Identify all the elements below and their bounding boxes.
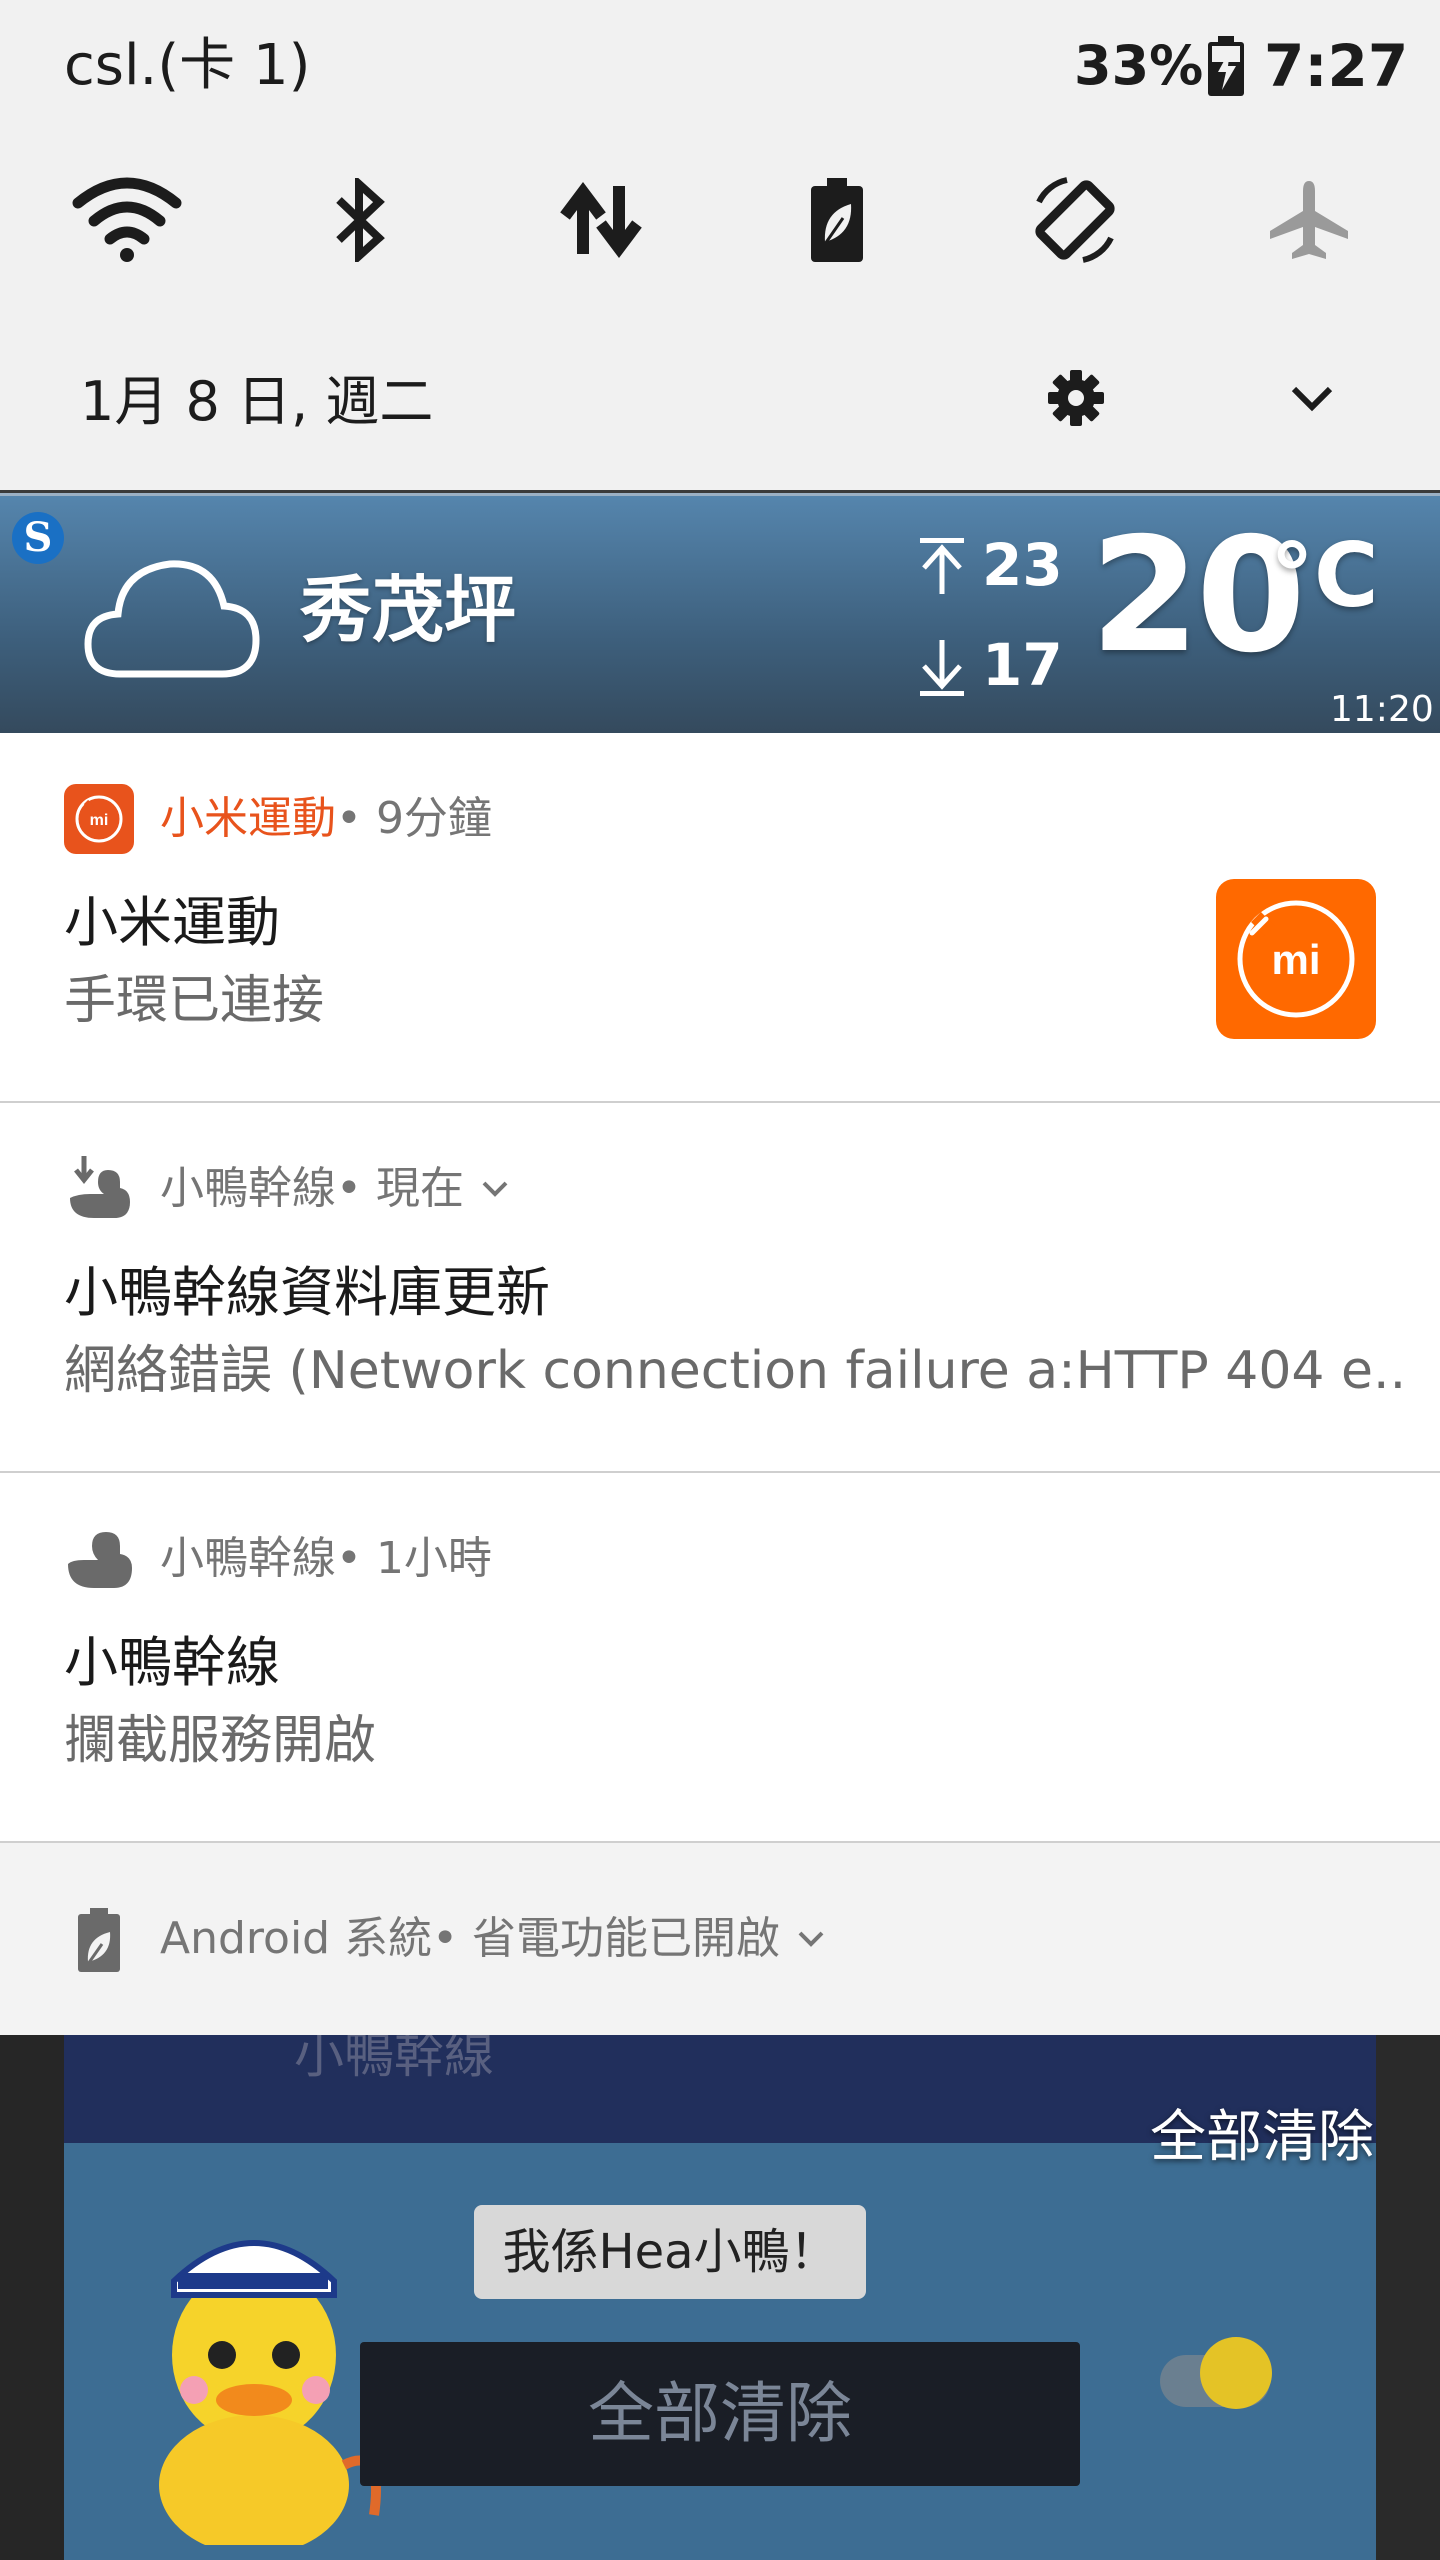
airplane-mode-toggle[interactable]: [1244, 150, 1374, 290]
temp-low: 17: [982, 631, 1063, 699]
notification-android-system[interactable]: Android 系統 • 省電功能已開啟: [0, 1843, 1440, 2035]
arrow-down-icon: [920, 640, 964, 696]
airplane-mode-icon: [1270, 181, 1348, 259]
expand-button[interactable]: [1272, 358, 1352, 438]
clock: 7:27: [1264, 32, 1409, 100]
svg-text:mi: mi: [90, 812, 109, 829]
background-edge-right: [1376, 2035, 1440, 2560]
notification-app-name: 小米運動: [160, 793, 336, 844]
mi-fit-app-icon: mi: [64, 784, 134, 854]
background-app-name: 小鴨幹線: [294, 2035, 494, 2084]
auto-rotate-icon: [1035, 177, 1115, 263]
notification-app-name: 小鴨幹線: [160, 1533, 336, 1584]
wifi-toggle[interactable]: [62, 150, 192, 290]
notification-duck-db-update[interactable]: 小鴨幹線 • 現在 小鴨幹線資料庫更新 網絡錯誤 (Network connec…: [0, 1103, 1440, 1473]
notification-body: 網絡錯誤 (Network connection failure a:HTTP …: [64, 1341, 1407, 1401]
bluetooth-toggle[interactable]: [296, 150, 426, 290]
status-bar: csl.(卡 1) 33% 7:27: [0, 0, 1440, 135]
weather-widget[interactable]: S 秀茂坪 23 17 20 °C 11:20: [0, 493, 1440, 736]
battery-charging-icon: [1208, 36, 1244, 96]
wifi-icon: [72, 177, 182, 262]
temperature-unit: °C: [1270, 524, 1379, 627]
notification-body: 攔截服務開啟: [64, 1711, 377, 1771]
notification-app-name: 小鴨幹線: [160, 1163, 336, 1214]
chevron-down-icon[interactable]: [796, 1929, 826, 1949]
auto-rotate-toggle[interactable]: [1010, 150, 1140, 290]
weather-update-time: 11:20: [1330, 689, 1434, 730]
mi-logo-icon: mi: [1237, 900, 1355, 1018]
weather-app-icon: S: [12, 512, 64, 564]
notification-header: Android 系統 • 省電功能已開啟: [64, 1908, 826, 1972]
clear-all-button[interactable]: 全部清除: [1150, 2103, 1374, 2173]
background-toggle-knob: [1200, 2337, 1272, 2409]
notification-header: mi 小米運動 • 9分鐘: [64, 784, 492, 854]
notification-title: 小鴨幹線資料庫更新: [64, 1261, 550, 1324]
battery-saver-icon: [811, 178, 863, 262]
weather-location: 秀茂坪: [300, 568, 517, 652]
battery-saver-icon: [78, 1908, 120, 1972]
date-label: 1月 8 日, 週二: [80, 370, 434, 433]
mobile-data-toggle[interactable]: [536, 150, 666, 290]
date-row: 1月 8 日, 週二: [0, 350, 1440, 460]
battery-saver-toggle[interactable]: [772, 150, 902, 290]
notification-mi-fit[interactable]: mi 小米運動 • 9分鐘 小米運動 手環已連接 mi: [0, 733, 1440, 1103]
notification-app-name: Android 系統: [160, 1913, 433, 1964]
chevron-down-icon[interactable]: [480, 1179, 510, 1199]
chevron-down-icon: [1291, 386, 1333, 412]
notification-header: 小鴨幹線 • 1小時: [64, 1529, 492, 1589]
quick-settings-panel: csl.(卡 1) 33% 7:27 1月 8 日, 週二: [0, 0, 1440, 490]
notification-header: 小鴨幹線 • 現在: [64, 1156, 510, 1219]
notification-duck-service[interactable]: 小鴨幹線 • 1小時 小鴨幹線 攔截服務開啟: [0, 1473, 1440, 1843]
mobile-data-icon: [560, 182, 642, 258]
settings-button[interactable]: [1036, 358, 1116, 438]
notification-time: • 1小時: [336, 1533, 492, 1584]
notification-title: 小鴨幹線: [64, 1631, 280, 1694]
background-speech-bubble: 我係Hea小鴨！: [474, 2205, 866, 2299]
quick-toggle-row: [0, 150, 1440, 290]
gear-icon: [1048, 370, 1104, 426]
battery-percent: 33%: [1074, 34, 1204, 97]
background-clear-all-button: 全部清除: [360, 2342, 1080, 2486]
duck-download-icon: [70, 1156, 130, 1218]
notification-time: • 9分鐘: [336, 793, 492, 844]
notification-title: 小米運動: [64, 891, 280, 954]
temp-high: 23: [982, 531, 1063, 599]
mi-fit-large-icon: mi: [1216, 879, 1376, 1039]
background-edge-left: [0, 2035, 64, 2560]
duck-icon: [68, 1532, 132, 1588]
notification-time: • 現在: [336, 1163, 464, 1214]
arrow-up-icon: [920, 538, 964, 594]
cloud-icon: [84, 560, 260, 678]
bluetooth-icon: [336, 178, 385, 262]
notification-summary: • 省電功能已開啟: [432, 1913, 781, 1964]
mi-logo-label: mi: [1271, 936, 1320, 983]
carrier-name: csl.(卡 1): [64, 33, 311, 98]
notification-body: 手環已連接: [64, 971, 325, 1031]
